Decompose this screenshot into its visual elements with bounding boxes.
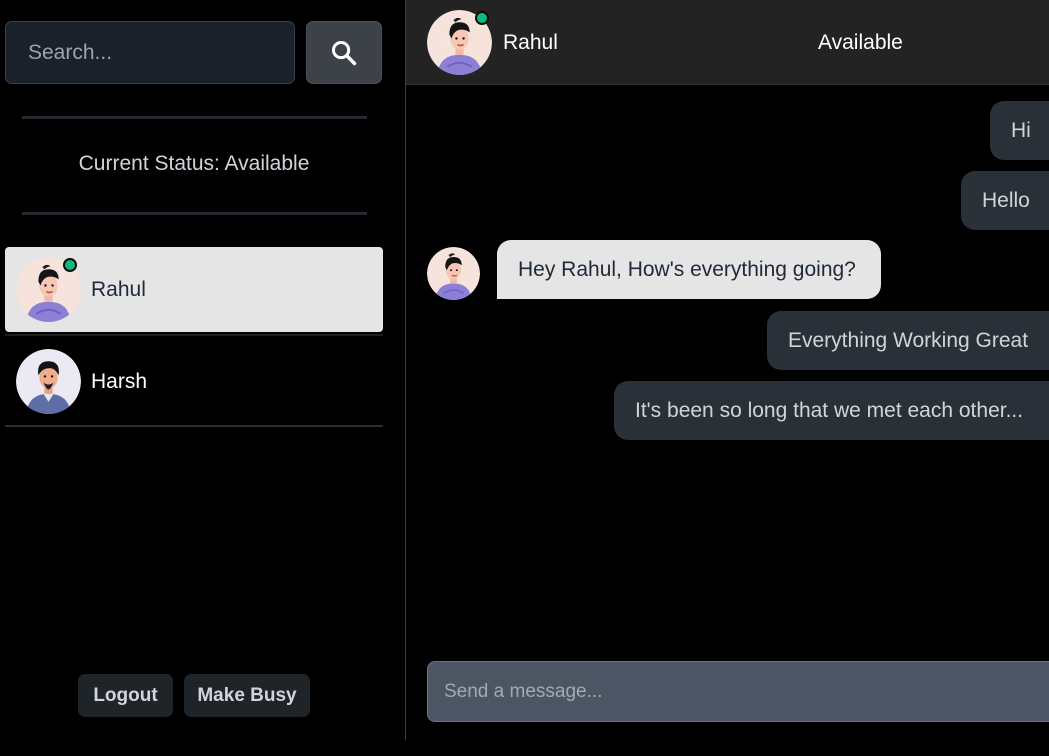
panel-divider — [405, 0, 406, 740]
search-input[interactable] — [5, 21, 295, 84]
online-dot-icon — [475, 11, 489, 25]
status-divider-bottom — [22, 212, 367, 215]
chat-peer-status: Available — [818, 31, 903, 54]
contact-name: Rahul — [91, 277, 146, 301]
message-input[interactable] — [427, 661, 1049, 722]
contact-item-harsh[interactable]: Harsh — [5, 339, 383, 424]
message-sender-avatar — [427, 247, 480, 300]
message-bubble-incoming: Hey Rahul, How's everything going? — [497, 240, 881, 299]
make-busy-button[interactable]: Make Busy — [184, 674, 310, 717]
avatar — [427, 247, 480, 300]
contact-item-rahul[interactable]: Rahul — [5, 247, 383, 332]
avatar — [16, 349, 81, 414]
online-dot-icon — [63, 258, 77, 272]
contact-divider — [5, 334, 383, 336]
sidebar: Current Status: Available Rahul Harsh Lo… — [0, 0, 405, 740]
message-bubble-outgoing: Hi — [990, 101, 1049, 160]
chat-peer-name: Rahul — [503, 31, 558, 54]
chat-header: Rahul Available — [406, 0, 1049, 85]
search-icon — [331, 40, 357, 65]
current-status-text: Current Status: Available — [78, 152, 310, 175]
chat-peer-avatar — [427, 10, 492, 75]
status-divider-top — [22, 116, 367, 119]
message-bubble-outgoing: Hello — [961, 171, 1049, 230]
message-bubble-outgoing: It's been so long that we met each other… — [614, 381, 1049, 440]
logout-button[interactable]: Logout — [78, 674, 173, 717]
message-bubble-outgoing: Everything Working Great — [767, 311, 1049, 370]
search-button[interactable] — [306, 21, 382, 84]
contact-name: Harsh — [91, 369, 148, 393]
contact-list-divider — [5, 425, 383, 427]
chat-app: Current Status: Available Rahul Harsh Lo… — [0, 0, 1049, 756]
